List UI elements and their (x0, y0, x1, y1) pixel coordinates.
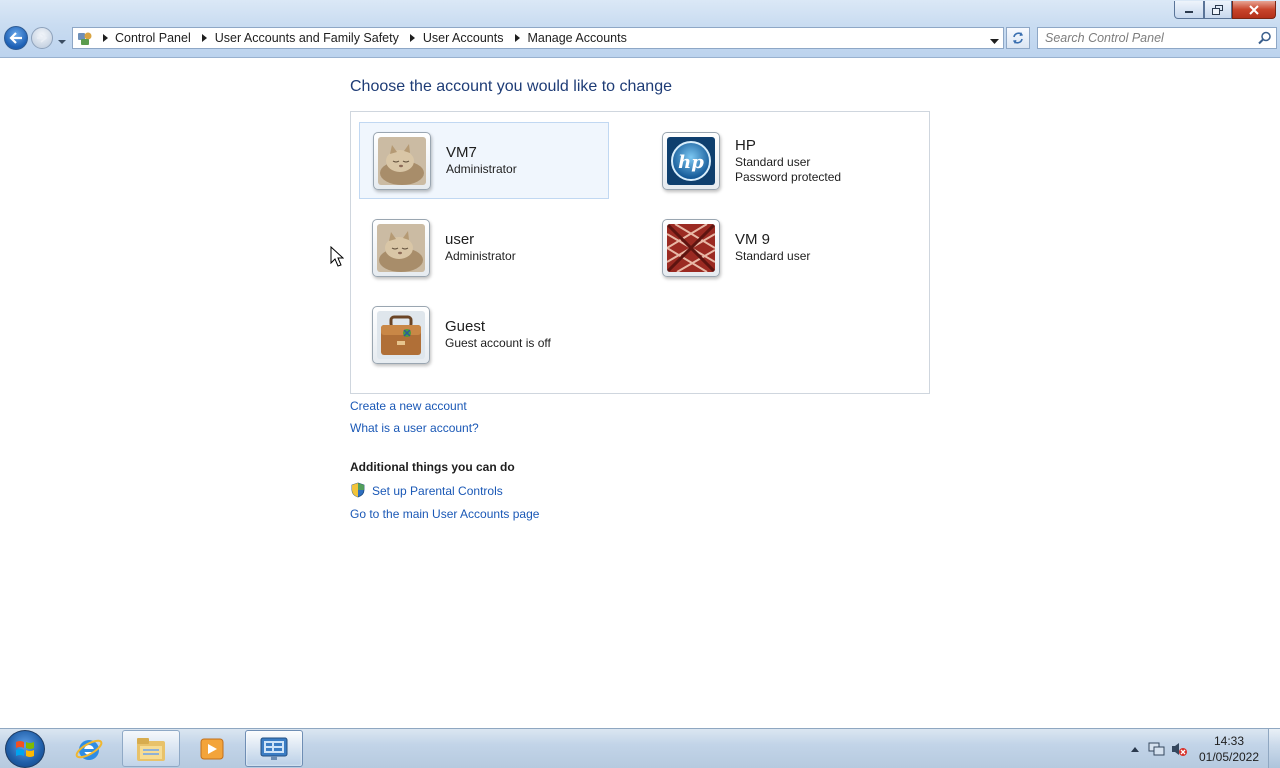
svg-text:hp: hp (678, 152, 704, 173)
mouse-cursor-icon (330, 246, 344, 267)
page-title: Choose the account you would like to cha… (350, 78, 672, 95)
taskbar-internet-explorer[interactable] (60, 730, 118, 767)
close-button[interactable] (1232, 1, 1276, 19)
breadcrumb-separator-icon[interactable] (197, 34, 213, 42)
taskbar-windows-explorer[interactable] (122, 730, 180, 767)
window-chrome: Control Panel User Accounts and Family S… (0, 0, 1280, 58)
kitten-avatar-icon (372, 218, 430, 277)
control-panel-icon (260, 737, 288, 760)
briefcase-avatar-icon (372, 305, 430, 364)
folder-icon (137, 737, 165, 761)
show-hidden-icons-button[interactable] (1124, 739, 1146, 759)
back-arrow-icon (9, 32, 22, 44)
additional-things-heading: Additional things you can do (350, 460, 515, 474)
kitten-avatar-icon (373, 131, 431, 190)
start-button[interactable] (5, 730, 45, 768)
network-icon (1148, 742, 1165, 756)
network-tray-button[interactable] (1146, 739, 1168, 759)
taskbar-clock[interactable]: 14:33 01/05/2022 (1190, 733, 1268, 765)
parental-controls-link[interactable]: Set up Parental Controls (372, 484, 503, 498)
system-tray: 14:33 01/05/2022 (1124, 729, 1280, 768)
account-type: Standard user (735, 154, 811, 169)
account-type: Administrator (445, 249, 516, 263)
windows-logo-icon (16, 741, 34, 757)
media-player-icon (200, 738, 224, 759)
show-desktop-button[interactable] (1268, 729, 1280, 768)
forward-arrow-icon (37, 33, 48, 43)
account-type: Administrator (446, 162, 517, 176)
search-icon[interactable] (1258, 31, 1272, 45)
forward-button[interactable] (31, 27, 53, 49)
clock-date: 01/05/2022 (1198, 750, 1260, 764)
breadcrumb-user-accounts[interactable]: User Accounts (421, 31, 510, 45)
account-status: Guest account is off (445, 336, 551, 350)
account-tile-user[interactable]: user Administrator (359, 209, 609, 286)
main-user-accounts-link[interactable]: Go to the main User Accounts page (350, 507, 539, 521)
chevron-down-icon (58, 40, 66, 44)
back-button[interactable] (4, 26, 28, 50)
create-account-link[interactable]: Create a new account (350, 399, 467, 413)
refresh-icon (1013, 32, 1023, 44)
navigation-bar: Control Panel User Accounts and Family S… (0, 24, 1280, 54)
address-bar[interactable]: Control Panel User Accounts and Family S… (72, 27, 1004, 49)
account-type: Standard user (735, 249, 811, 263)
taskbar-media-player[interactable] (183, 730, 241, 767)
chevron-up-icon (1131, 747, 1139, 752)
breadcrumb-separator-icon[interactable] (509, 34, 525, 42)
recent-pages-dropdown[interactable] (57, 34, 67, 48)
minimize-icon (1185, 10, 1193, 13)
volume-muted-icon (1172, 743, 1187, 756)
hp-logo-avatar-icon: hp (662, 131, 720, 190)
shield-icon (351, 482, 365, 498)
window-controls (1174, 1, 1276, 19)
restore-icon (1212, 4, 1223, 15)
account-name: VM 9 (735, 231, 771, 248)
account-name: HP (735, 136, 756, 154)
account-password-status: Password protected (735, 169, 842, 184)
account-tile-guest[interactable]: Guest Guest account is off (359, 296, 609, 373)
address-dropdown[interactable] (990, 34, 999, 48)
account-name: user (445, 231, 475, 248)
account-tile-vm7[interactable]: VM7 Administrator (359, 122, 609, 199)
volume-tray-button[interactable] (1168, 739, 1190, 759)
breadcrumb-user-accounts-family-safety[interactable]: User Accounts and Family Safety (213, 31, 405, 45)
account-tile-vm9[interactable]: VM 9 Standard user (649, 209, 899, 286)
minimize-button[interactable] (1174, 1, 1204, 19)
restore-button[interactable] (1204, 1, 1232, 19)
internet-explorer-icon (75, 739, 103, 760)
breadcrumb-separator-icon[interactable] (405, 34, 421, 42)
breadcrumb-control-panel[interactable]: Control Panel (113, 31, 197, 45)
control-panel-icon (73, 28, 97, 48)
search-box[interactable] (1037, 27, 1277, 49)
account-name: Guest (445, 318, 486, 335)
clock-time: 14:33 (1213, 734, 1245, 748)
red-pattern-avatar-icon (662, 218, 720, 277)
taskbar: 14:33 01/05/2022 (0, 728, 1280, 768)
account-name: VM7 (446, 144, 477, 161)
account-tile-hp[interactable]: hp HP Standard user Password protected (649, 122, 899, 199)
close-icon (1249, 4, 1259, 15)
what-is-account-link[interactable]: What is a user account? (350, 421, 479, 435)
search-input[interactable] (1038, 28, 1248, 48)
accounts-list: VM7 Administrator hp HP Standard user Pa… (350, 111, 930, 394)
refresh-button[interactable] (1006, 27, 1030, 49)
taskbar-control-panel[interactable] (245, 730, 303, 767)
breadcrumb-separator-icon[interactable] (97, 34, 113, 42)
content-area: Choose the account you would like to cha… (0, 58, 1280, 728)
chevron-down-icon (990, 39, 999, 44)
breadcrumb-manage-accounts[interactable]: Manage Accounts (525, 31, 632, 45)
